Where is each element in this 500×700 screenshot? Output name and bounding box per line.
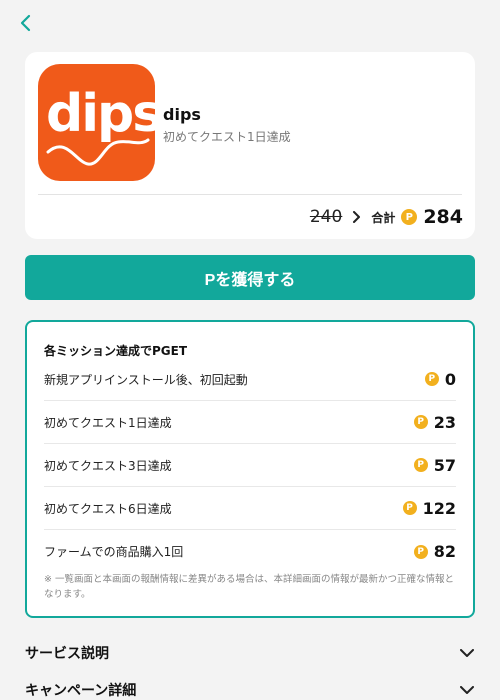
- chevron-left-icon: [20, 14, 31, 32]
- accordion-label: キャンペーン詳細: [25, 683, 137, 699]
- mission-row: 初めてクエスト1日達成 P 23: [44, 401, 456, 444]
- app-subtitle: 初めてクエスト1日達成: [163, 130, 291, 144]
- chevron-right-icon: [352, 208, 361, 227]
- mission-label: 新規アプリインストール後、初回起動: [44, 372, 248, 387]
- total-label: 合計: [371, 210, 396, 225]
- mission-points: 0: [444, 369, 456, 389]
- price-row: 240 合計 P 284: [310, 202, 463, 232]
- point-coin-icon: P: [413, 458, 428, 472]
- point-coin-icon: P: [402, 501, 417, 515]
- mission-points: 23: [433, 412, 456, 432]
- accordion-label: サービス説明: [25, 646, 109, 662]
- total-points: 284: [423, 206, 463, 228]
- old-points: 240: [309, 207, 343, 227]
- point-coin-icon: P: [424, 372, 439, 386]
- missions-panel: 各ミッション達成でPGET 新規アプリインストール後、初回起動 P0 初めてクエ…: [25, 320, 475, 618]
- mission-label: 初めてクエスト1日達成: [44, 415, 172, 430]
- divider: [38, 194, 462, 195]
- chevron-down-icon: [459, 682, 475, 698]
- mission-row: ファームでの商品購入1回 P 82: [44, 530, 456, 573]
- back-button[interactable]: [14, 12, 36, 34]
- mission-row: 初めてクエスト6日達成 P 122: [44, 487, 456, 530]
- mission-label: ファームでの商品購入1回: [44, 545, 184, 559]
- point-coin-icon: P: [413, 544, 428, 559]
- mission-row: 初めてクエスト3日達成 P 57: [44, 444, 456, 487]
- missions-title: 各ミッション達成でPGET: [44, 344, 188, 358]
- mission-points: 122: [422, 498, 456, 518]
- logo-wave-icon: [46, 138, 150, 166]
- app-name: dips: [163, 105, 201, 124]
- chevron-down-icon: [459, 645, 475, 661]
- mission-label: 初めてクエスト3日達成: [44, 458, 172, 473]
- mission-row: 新規アプリインストール後、初回起動 P0: [44, 358, 456, 401]
- mission-label: 初めてクエスト6日達成: [44, 501, 172, 516]
- point-coin-icon: P: [401, 209, 418, 225]
- app-card: dips dips 初めてクエスト1日達成 240 合計 P 284: [25, 52, 475, 239]
- point-coin-icon: P: [413, 415, 428, 429]
- accordion-service-description[interactable]: サービス説明: [25, 638, 475, 668]
- accordion-campaign-details[interactable]: キャンペーン詳細: [25, 675, 475, 700]
- app-icon: dips: [38, 64, 155, 181]
- disclaimer-note: ※ 一覧画面と本画面の報酬情報に差異がある場合は、本詳細画面の情報が最新かつ正確…: [44, 574, 454, 600]
- get-points-button[interactable]: Pを獲得する: [25, 255, 475, 300]
- mission-points: 82: [433, 542, 456, 561]
- mission-points: 57: [433, 455, 456, 475]
